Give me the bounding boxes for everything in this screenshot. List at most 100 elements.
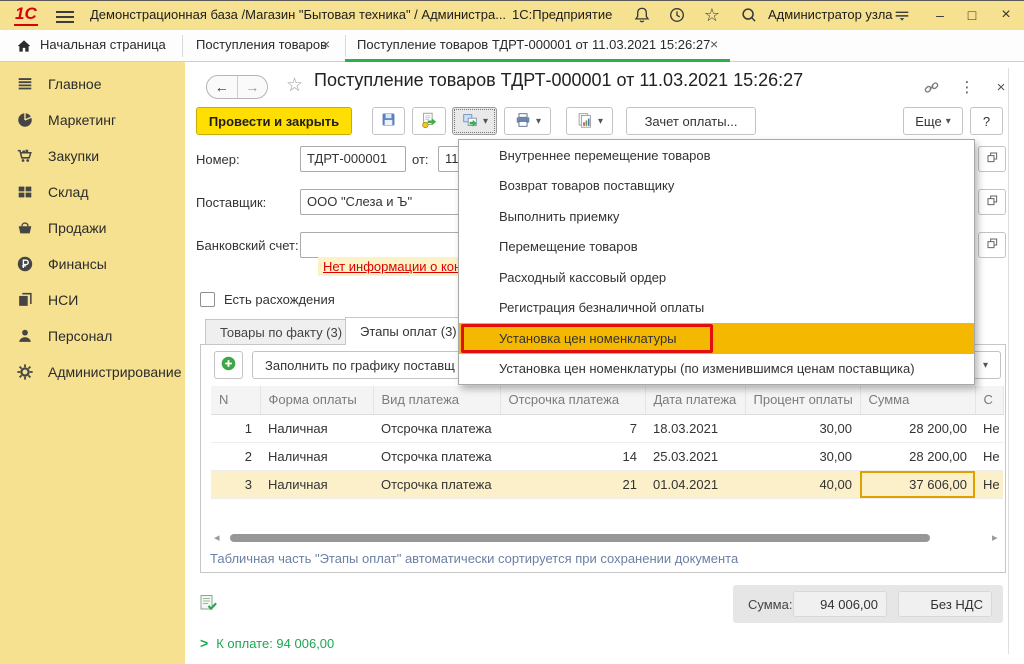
sum-value: 94 006,00 [793,591,887,617]
tab-goods-by-fact[interactable]: Товары по факту (3) [205,319,357,345]
vat-value: Без НДС [898,591,992,617]
menu-item-set-item-prices-changed[interactable]: Установка цен номенклатуры (по изменивши… [459,354,974,385]
history-icon[interactable] [666,4,688,26]
col-amount[interactable]: Сумма [860,386,975,414]
app-window: 1С Демонстрационная база /Магазин "Бытов… [0,0,1024,664]
open-number-button[interactable] [978,146,1006,172]
tab-receipt-doc[interactable]: Поступление товаров ТДРТ-000001 от 11.03… [357,37,710,52]
sidebar-item-marketing[interactable]: Маркетинг [0,102,185,138]
col-date[interactable]: Дата платежа [645,386,745,414]
chevron-down-icon: ▾ [483,116,488,127]
col-payment-form[interactable]: Форма оплаты [260,386,373,414]
document-title: Поступление товаров ТДРТ-000001 от 11.03… [314,70,803,91]
help-button[interactable]: ? [970,107,1003,135]
sidebar-item-main[interactable]: Главное [0,66,185,102]
menu-item-internal-transfer[interactable]: Внутреннее перемещение товаров [459,140,974,171]
more-button[interactable]: Еще ▾ [903,107,963,135]
current-user[interactable]: Администратор узла [768,7,893,22]
scroll-left-icon[interactable]: ◂ [214,531,220,544]
maximize-button[interactable]: □ [960,3,984,27]
sections-sidebar: Главное Маркетинг Закупки Склад Продажи … [0,62,185,664]
gear-icon [16,363,34,381]
create-based-on-icon [461,111,479,132]
post-document-button[interactable] [412,107,446,135]
open-bank-account-button[interactable] [978,232,1006,258]
open-icon [985,236,1000,254]
sidebar-item-warehouse[interactable]: Склад [0,174,185,210]
payment-stages-table: N Форма оплаты Вид платежа Отсрочка плат… [211,386,1004,499]
col-extra[interactable]: С [975,386,1003,414]
horizontal-scrollbar[interactable] [230,534,930,542]
sidebar-item-sales[interactable]: Продажи [0,210,185,246]
scroll-right-icon[interactable]: ▸ [992,531,998,544]
print-button[interactable]: ▾ [504,107,551,135]
menu-item-perform-acceptance[interactable]: Выполнить приемку [459,201,974,232]
reports-button[interactable]: ▾ [566,107,613,135]
open-supplier-button[interactable] [978,189,1006,215]
close-tab-icon[interactable]: × [710,36,718,52]
date-label: от: [412,152,429,167]
open-icon [985,193,1000,211]
back-arrow-icon[interactable]: ← [207,76,237,98]
notifications-bell-icon[interactable] [631,4,653,26]
save-button[interactable] [372,107,405,135]
posted-status-icon [198,593,218,616]
discrepancies-checkbox[interactable] [200,292,215,307]
home-icon[interactable] [16,38,32,57]
plus-icon [220,355,237,375]
pie-chart-icon [16,111,34,129]
add-row-button[interactable] [214,351,243,379]
favorite-star-icon[interactable]: ☆ [286,74,303,97]
bank-account-label: Банковский счет: [196,238,299,253]
chevron-down-icon: ▾ [598,116,603,127]
to-pay-link[interactable]: > К оплате: 94 006,00 [200,635,334,651]
col-payment-kind[interactable]: Вид платежа [373,386,500,414]
sidebar-item-purchases[interactable]: Закупки [0,138,185,174]
menu-item-set-item-prices[interactable]: Установка цен номенклатуры [459,323,974,354]
table-row[interactable]: 2 Наличная Отсрочка платежа 14 25.03.202… [211,442,1003,470]
col-percent[interactable]: Процент оплаты [745,386,860,414]
sum-label: Сумма: [748,597,792,612]
tab-receipts-list[interactable]: Поступления товаров [196,37,327,52]
menu-item-return-to-supplier[interactable]: Возврат товаров поставщику [459,171,974,202]
col-n[interactable]: N [211,386,260,414]
no-contact-info-link[interactable]: Нет информации о кон [318,257,466,276]
cart-icon [16,147,34,165]
table-row[interactable]: 1 Наличная Отсрочка платежа 7 18.03.2021… [211,414,1003,442]
tab-payment-stages[interactable]: Этапы оплат (3) [345,317,472,345]
menu-item-cashless-payment[interactable]: Регистрация безналичной оплаты [459,293,974,324]
selected-amount-cell[interactable]: 37 606,00 [860,470,975,498]
sidebar-item-administration[interactable]: Администрирование [0,354,185,390]
report-icon [576,111,594,132]
table-header-row: N Форма оплаты Вид платежа Отсрочка плат… [211,386,1003,414]
post-document-icon [420,111,438,132]
favorites-star-icon[interactable]: ☆ [701,4,723,26]
menu-item-goods-transfer[interactable]: Перемещение товаров [459,232,974,263]
tab-home[interactable]: Начальная страница [40,37,166,52]
close-document-icon[interactable]: × [990,76,1012,98]
create-based-on-button[interactable]: ▾ [452,107,497,135]
sidebar-item-personnel[interactable]: Персонал [0,318,185,354]
post-and-close-button[interactable]: Провести и закрыть [196,107,352,135]
sidebar-item-finance[interactable]: Финансы [0,246,185,282]
app-title: Демонстрационная база /Магазин "Бытовая … [90,7,506,22]
sidebar-item-nsi[interactable]: НСИ [0,282,185,318]
grid-icon [16,183,34,201]
product-name: 1С:Предприятие [512,7,612,22]
kebab-menu-icon[interactable]: ⋮ [956,76,978,98]
search-icon[interactable] [738,4,760,26]
minimize-button[interactable]: – [928,3,952,27]
chevron-right-icon: > [200,635,208,651]
copy-link-icon[interactable] [920,76,942,98]
col-delay[interactable]: Отсрочка платежа [500,386,645,414]
close-tab-icon[interactable]: × [322,36,330,52]
service-menu-icon[interactable] [891,4,913,26]
forward-arrow-icon[interactable]: → [238,76,268,98]
payment-offset-button[interactable]: Зачет оплаты... [626,107,756,135]
menu-item-cash-expense-order[interactable]: Расходный кассовый ордер [459,262,974,293]
open-icon [985,150,1000,168]
number-input[interactable]: ТДРТ-000001 [300,146,406,172]
main-menu-icon[interactable] [56,8,74,22]
close-window-button[interactable]: × [994,3,1018,27]
table-row-selected[interactable]: 3 Наличная Отсрочка платежа 21 01.04.202… [211,470,1003,498]
